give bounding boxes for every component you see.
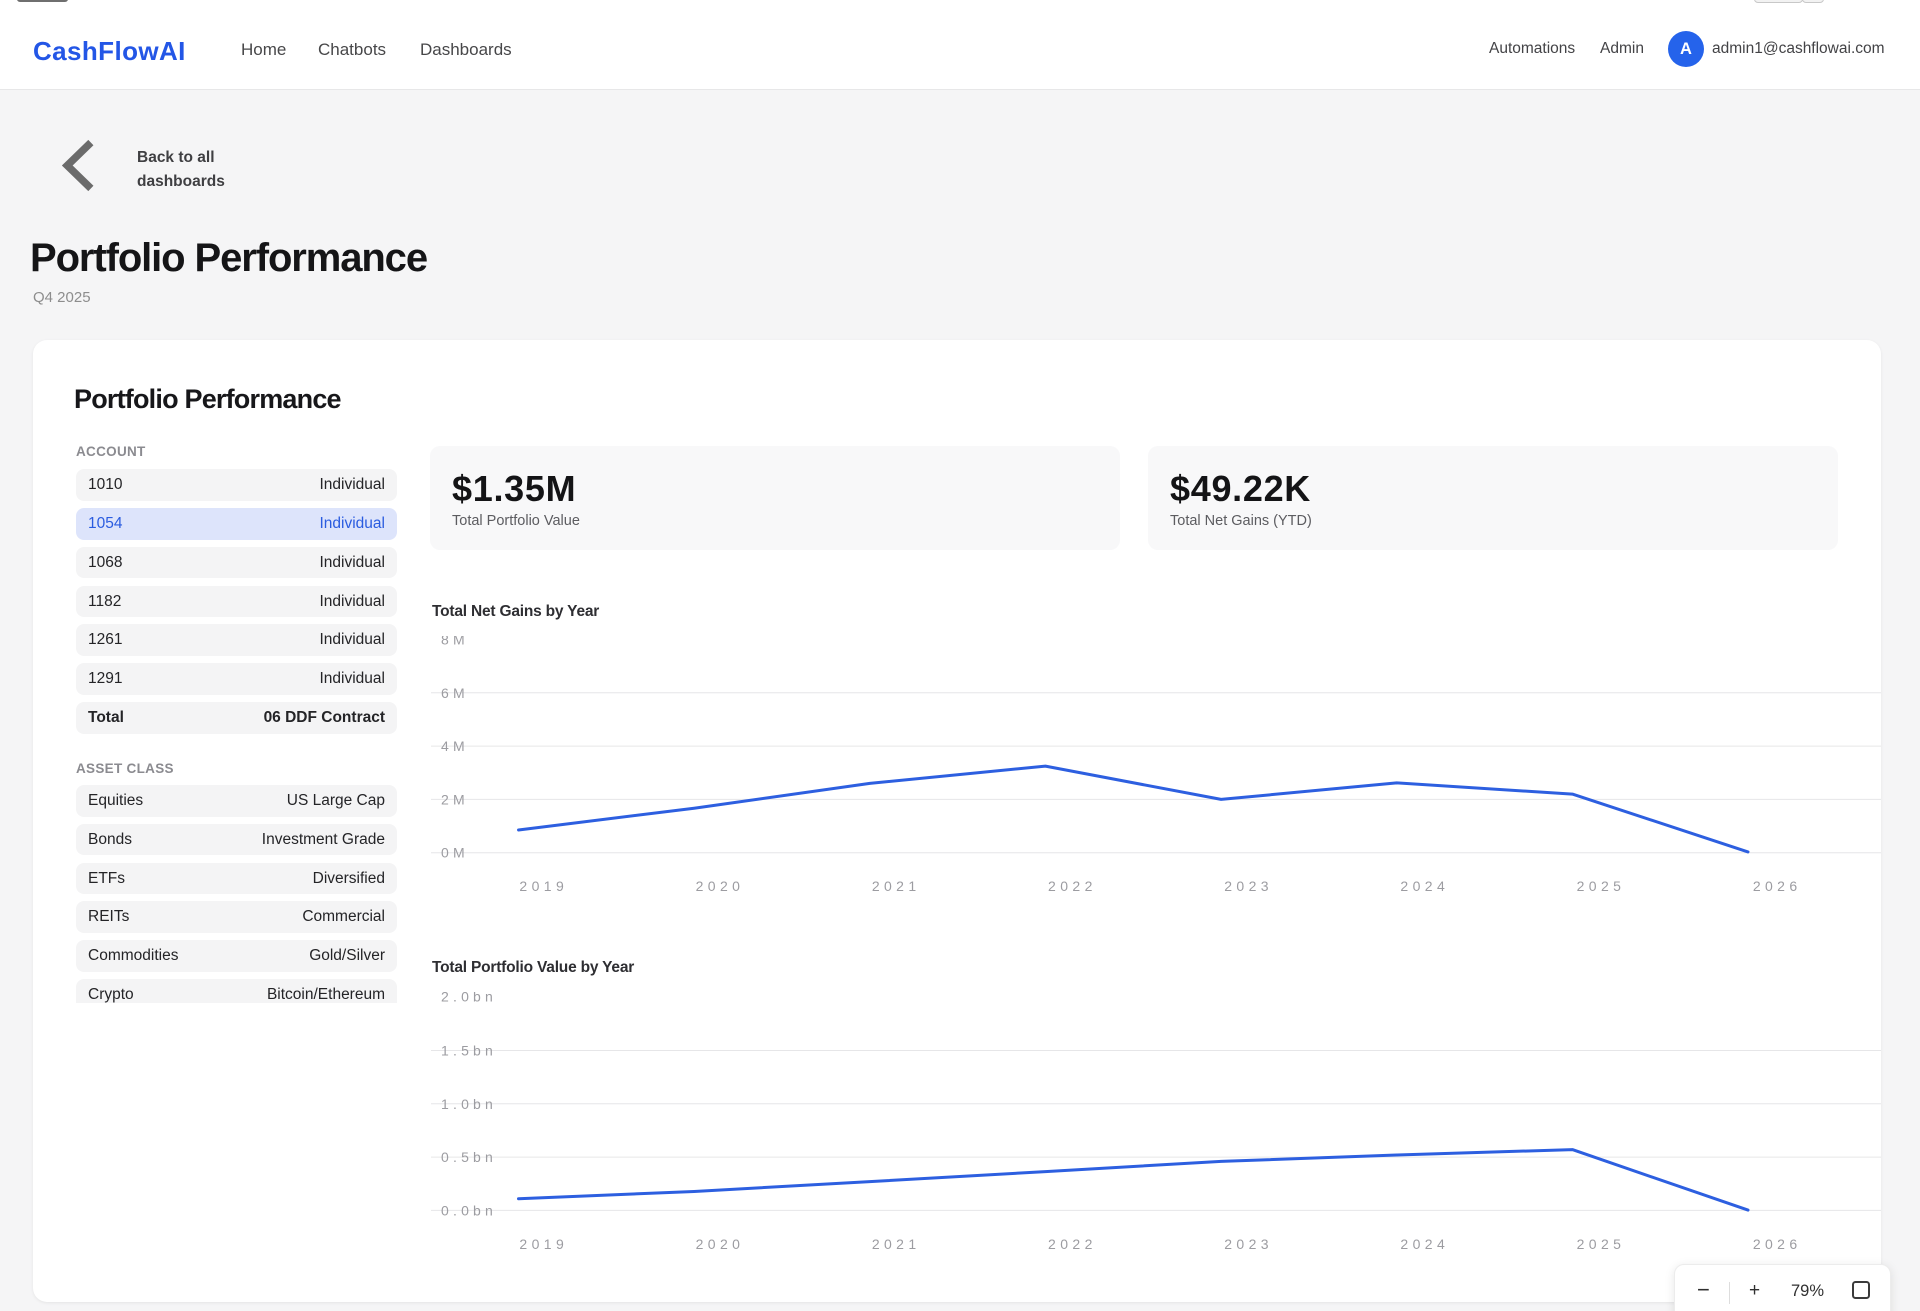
- svg-text:4M: 4M: [441, 738, 469, 754]
- svg-text:2026: 2026: [1753, 1236, 1802, 1252]
- svg-text:2021: 2021: [872, 878, 921, 894]
- svg-text:0.5bn: 0.5bn: [441, 1149, 497, 1165]
- svg-text:2025: 2025: [1577, 878, 1626, 894]
- svg-text:2024: 2024: [1400, 878, 1449, 894]
- svg-text:2020: 2020: [696, 1236, 745, 1252]
- svg-text:2025: 2025: [1577, 1236, 1626, 1252]
- svg-text:2M: 2M: [441, 792, 469, 808]
- svg-text:0.0bn: 0.0bn: [441, 1202, 497, 1218]
- svg-text:2022: 2022: [1048, 1236, 1097, 1252]
- svg-text:2021: 2021: [872, 1236, 921, 1252]
- svg-text:8M: 8M: [441, 636, 469, 648]
- svg-text:2019: 2019: [519, 1236, 568, 1252]
- svg-text:2023: 2023: [1224, 878, 1273, 894]
- svg-text:0M: 0M: [441, 845, 469, 861]
- svg-text:2020: 2020: [696, 878, 745, 894]
- svg-text:2022: 2022: [1048, 878, 1097, 894]
- svg-text:2.0bn: 2.0bn: [441, 992, 497, 1005]
- svg-text:1.5bn: 1.5bn: [441, 1042, 497, 1058]
- svg-text:2019: 2019: [519, 878, 568, 894]
- svg-text:2023: 2023: [1224, 1236, 1273, 1252]
- svg-text:2026: 2026: [1753, 878, 1802, 894]
- svg-text:6M: 6M: [441, 685, 469, 701]
- svg-text:2024: 2024: [1400, 1236, 1449, 1252]
- svg-text:1.0bn: 1.0bn: [441, 1096, 497, 1112]
